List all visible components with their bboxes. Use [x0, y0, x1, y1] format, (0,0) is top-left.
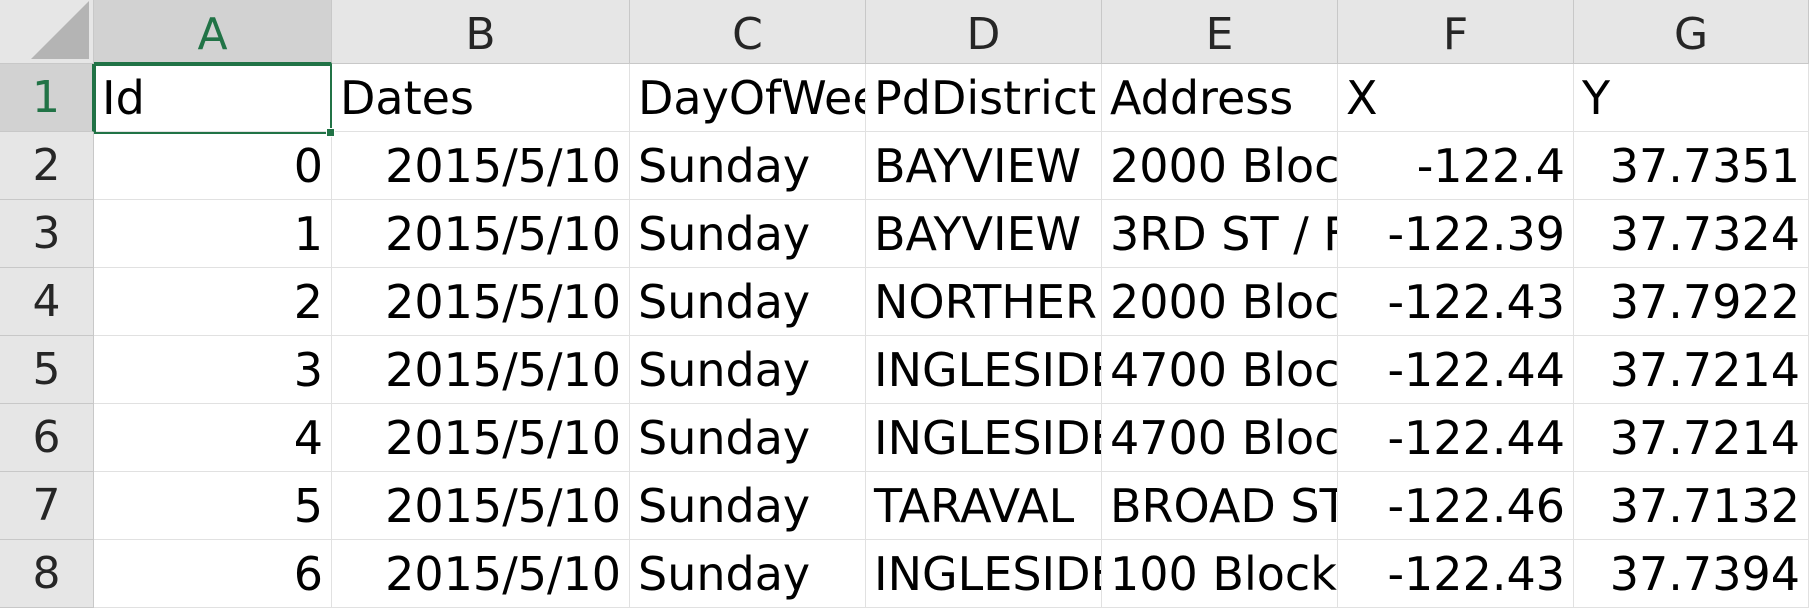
row-header-3[interactable]: 3 [0, 200, 94, 268]
cell-c8[interactable]: Sunday [630, 540, 866, 608]
cell-f5[interactable]: -122.44 [1338, 336, 1574, 404]
cell-g5[interactable]: 37.7214 [1574, 336, 1809, 404]
cell-a3[interactable]: 1 [94, 200, 332, 268]
cell-e2[interactable]: 2000 Bloc [1102, 132, 1338, 200]
cell-c4[interactable]: Sunday [630, 268, 866, 336]
cell-b5[interactable]: 2015/5/10 [332, 336, 630, 404]
cell-f4[interactable]: -122.43 [1338, 268, 1574, 336]
column-header-c[interactable]: C [630, 0, 866, 64]
select-all-corner[interactable] [0, 0, 94, 64]
cell-g6[interactable]: 37.7214 [1574, 404, 1809, 472]
cell-e8[interactable]: 100 Block [1102, 540, 1338, 608]
cell-a8[interactable]: 6 [94, 540, 332, 608]
select-all-triangle-icon [31, 1, 89, 59]
cell-f6[interactable]: -122.44 [1338, 404, 1574, 472]
cell-c1[interactable]: DayOfWeek [630, 64, 866, 132]
cell-d5[interactable]: INGLESIDE [866, 336, 1102, 404]
cell-e5[interactable]: 4700 Bloc [1102, 336, 1338, 404]
cell-d3[interactable]: BAYVIEW [866, 200, 1102, 268]
cell-d1[interactable]: PdDistrict [866, 64, 1102, 132]
cell-b2[interactable]: 2015/5/10 [332, 132, 630, 200]
cell-f2[interactable]: -122.4 [1338, 132, 1574, 200]
cell-c3[interactable]: Sunday [630, 200, 866, 268]
cell-f1[interactable]: X [1338, 64, 1574, 132]
cell-c6[interactable]: Sunday [630, 404, 866, 472]
column-header-d[interactable]: D [866, 0, 1102, 64]
cell-b1[interactable]: Dates [332, 64, 630, 132]
cell-b3[interactable]: 2015/5/10 [332, 200, 630, 268]
row-header-1[interactable]: 1 [0, 64, 94, 132]
cell-d2[interactable]: BAYVIEW [866, 132, 1102, 200]
cell-d7[interactable]: TARAVAL [866, 472, 1102, 540]
cell-e6[interactable]: 4700 Bloc [1102, 404, 1338, 472]
cell-c5[interactable]: Sunday [630, 336, 866, 404]
cell-f3[interactable]: -122.39 [1338, 200, 1574, 268]
cell-a7[interactable]: 5 [94, 472, 332, 540]
cell-g3[interactable]: 37.7324 [1574, 200, 1809, 268]
cell-e4[interactable]: 2000 Bloc [1102, 268, 1338, 336]
cell-a5[interactable]: 3 [94, 336, 332, 404]
column-header-g[interactable]: G [1574, 0, 1809, 64]
row-header-5[interactable]: 5 [0, 336, 94, 404]
cell-g2[interactable]: 37.7351 [1574, 132, 1809, 200]
column-header-f[interactable]: F [1338, 0, 1574, 64]
cell-b4[interactable]: 2015/5/10 [332, 268, 630, 336]
cell-g7[interactable]: 37.7132 [1574, 472, 1809, 540]
cell-b8[interactable]: 2015/5/10 [332, 540, 630, 608]
row-header-2[interactable]: 2 [0, 132, 94, 200]
row-header-4[interactable]: 4 [0, 268, 94, 336]
column-header-b[interactable]: B [332, 0, 630, 64]
cell-e3[interactable]: 3RD ST / F [1102, 200, 1338, 268]
row-header-6[interactable]: 6 [0, 404, 94, 472]
cell-e7[interactable]: BROAD ST [1102, 472, 1338, 540]
row-header-7[interactable]: 7 [0, 472, 94, 540]
cell-d8[interactable]: INGLESIDE [866, 540, 1102, 608]
cell-d4[interactable]: NORTHERN [866, 268, 1102, 336]
cell-e1[interactable]: Address [1102, 64, 1338, 132]
cell-b7[interactable]: 2015/5/10 [332, 472, 630, 540]
cell-g8[interactable]: 37.7394 [1574, 540, 1809, 608]
cell-a6[interactable]: 4 [94, 404, 332, 472]
spreadsheet: A B C D E F G 1 2 3 4 5 6 7 8 Id Dates D… [0, 0, 1809, 611]
cell-g1[interactable]: Y [1574, 64, 1809, 132]
cell-f8[interactable]: -122.43 [1338, 540, 1574, 608]
cell-c7[interactable]: Sunday [630, 472, 866, 540]
cell-c2[interactable]: Sunday [630, 132, 866, 200]
row-header-8[interactable]: 8 [0, 540, 94, 608]
cell-b6[interactable]: 2015/5/10 [332, 404, 630, 472]
cell-f7[interactable]: -122.46 [1338, 472, 1574, 540]
cell-a1[interactable]: Id [94, 64, 332, 132]
cell-a2[interactable]: 0 [94, 132, 332, 200]
cell-a4[interactable]: 2 [94, 268, 332, 336]
cell-g4[interactable]: 37.7922 [1574, 268, 1809, 336]
column-header-e[interactable]: E [1102, 0, 1338, 64]
column-header-a[interactable]: A [94, 0, 332, 64]
cell-d6[interactable]: INGLESIDE [866, 404, 1102, 472]
